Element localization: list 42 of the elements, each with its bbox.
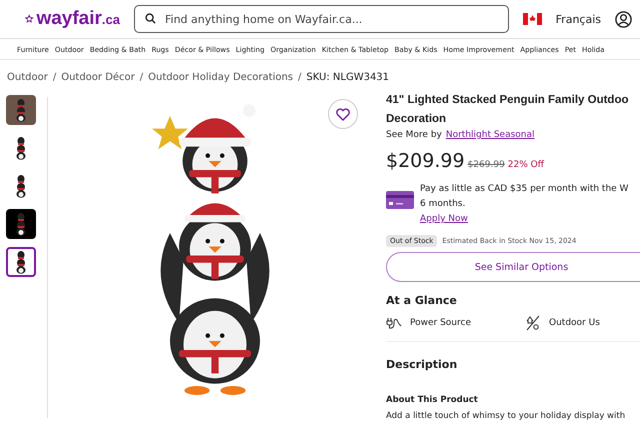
product-thumbnail[interactable] — [6, 95, 36, 125]
penguin-icon — [16, 136, 26, 160]
penguin-icon — [16, 250, 26, 274]
penguin-icon — [16, 212, 26, 236]
penguin-icon — [16, 98, 26, 122]
breadcrumb-link[interactable]: Outdoor Décor — [61, 72, 135, 83]
canada-flag-icon — [522, 13, 542, 25]
original-price: $269.99 — [468, 160, 505, 170]
credit-card-icon — [386, 190, 414, 210]
discount: 22% Off — [508, 160, 544, 170]
search-field[interactable]: Find anything home on Wayfair.ca... — [134, 5, 509, 33]
section-title: Description — [386, 358, 458, 371]
heart-icon — [336, 108, 350, 120]
product-thumbnail[interactable] — [6, 247, 36, 277]
product-title: 41" Lighted Stacked Penguin Family Outdoo — [386, 93, 630, 108]
weather-icon — [525, 315, 541, 331]
breadcrumb-link[interactable]: Outdoor — [7, 72, 48, 83]
brand-label: See More by — [386, 130, 442, 140]
language-link[interactable]: Français — [556, 12, 601, 26]
feature-label: Outdoor Us — [549, 318, 600, 328]
breadcrumb-separator: / — [52, 72, 56, 83]
breadcrumb-separator: / — [298, 72, 302, 83]
sku-text: SKU: NLGW3431 — [306, 72, 390, 83]
product-title: Decoration — [386, 112, 448, 127]
description-text: Add a little touch of whimsy to your holiday display with — [386, 411, 626, 421]
account-icon[interactable] — [615, 10, 632, 28]
search-icon — [145, 13, 156, 24]
financing-text: 6 months. — [420, 198, 466, 211]
favorite-button[interactable] — [328, 99, 358, 129]
penguin-icon — [16, 174, 26, 198]
apply-now-link[interactable]: Apply Now — [420, 212, 628, 227]
section-title: At a Glance — [386, 294, 458, 307]
brand-link[interactable]: Northlight Seasonal — [446, 130, 535, 140]
financing-text: Pay as little as CAD $35 per month with the W — [420, 183, 628, 196]
breadcrumb-link[interactable]: Outdoor Holiday Decorations — [148, 72, 294, 83]
feature-label: Power Source — [410, 318, 471, 328]
product-thumbnail[interactable] — [6, 209, 36, 239]
breadcrumb-separator: / — [140, 72, 144, 83]
price: $209.99 — [386, 150, 465, 172]
subsection-title: About This Product — [386, 395, 479, 405]
see-similar-button[interactable]: See Similar Options — [386, 252, 640, 282]
plug-icon — [386, 317, 402, 329]
